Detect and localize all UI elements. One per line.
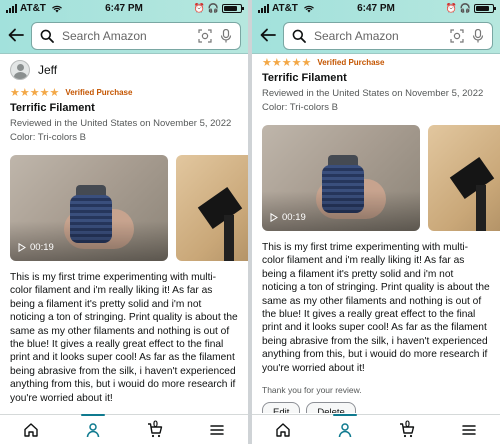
review-image-thumbnail[interactable]: [176, 155, 248, 261]
review-body: This is my first trime experimenting wit…: [262, 242, 490, 374]
rating-row: ★★★★★ Verified Purchase: [10, 85, 238, 99]
search-placeholder: Search Amazon: [314, 29, 399, 43]
review-title: Terrific Filament: [262, 72, 347, 84]
bottom-nav: 0: [252, 413, 500, 444]
screen-left: AT&T 6:47 PM ⏰ 🎧 Search Amazon Jeff ★★★★…: [0, 0, 248, 444]
review-date: Reviewed in the United States on Novembe…: [10, 118, 232, 129]
play-icon: [18, 243, 26, 252]
menu-icon: [210, 424, 224, 435]
search-icon: [292, 29, 306, 43]
microphone-icon[interactable]: [472, 29, 484, 43]
headphones-icon: 🎧: [459, 3, 471, 13]
rating-row: ★★★★★ Verified Purchase: [262, 55, 490, 69]
review-date: Reviewed in the United States on Novembe…: [262, 88, 484, 99]
camera-scan-icon[interactable]: [450, 29, 464, 43]
review-color: Color: Tri-colors B: [262, 102, 339, 113]
review-actions: Edit Delete: [262, 402, 490, 413]
review-video-thumbnail[interactable]: 00:19: [10, 155, 168, 261]
nav-menu[interactable]: [197, 417, 237, 443]
camera-scan-icon[interactable]: [198, 29, 212, 43]
avatar: [10, 60, 30, 80]
video-duration: 00:19: [270, 212, 306, 223]
headphones-icon: 🎧: [207, 3, 219, 13]
home-icon: [276, 422, 290, 437]
star-rating-icon: ★★★★★: [262, 56, 312, 69]
battery-icon: [222, 4, 244, 13]
alarm-icon: ⏰: [193, 3, 205, 13]
nav-cart[interactable]: 0: [135, 417, 175, 443]
play-icon: [270, 213, 278, 222]
delete-button[interactable]: Delete: [306, 402, 356, 413]
search-icon: [40, 29, 54, 43]
nav-home[interactable]: [11, 417, 51, 443]
review-video-thumbnail[interactable]: 00:19: [262, 125, 420, 231]
nav-cart[interactable]: 0: [387, 417, 427, 443]
review-image-thumbnail[interactable]: [428, 125, 500, 231]
menu-icon: [462, 424, 476, 435]
search-input[interactable]: Search Amazon: [31, 22, 241, 50]
verified-purchase-badge: Verified Purchase: [65, 87, 133, 97]
edit-button[interactable]: Edit: [262, 402, 301, 413]
account-icon: [338, 422, 352, 437]
status-bar: AT&T 6:47 PM ⏰ 🎧: [252, 0, 500, 18]
nav-home[interactable]: [263, 417, 303, 443]
cart-count: 0: [405, 418, 411, 429]
reviewer-name: Jeff: [38, 63, 58, 77]
search-header: Search Amazon: [252, 18, 500, 54]
microphone-icon[interactable]: [220, 29, 232, 43]
alarm-icon: ⏰: [445, 3, 457, 13]
cart-count: 0: [153, 418, 159, 429]
review-body: This is my first trime experimenting wit…: [10, 272, 238, 404]
bottom-nav: 0: [0, 413, 248, 444]
star-rating-icon: ★★★★★: [10, 86, 60, 99]
search-input[interactable]: Search Amazon: [283, 22, 493, 50]
review-media-row: 00:19: [10, 155, 248, 261]
search-header: Search Amazon: [0, 18, 248, 54]
account-icon: [86, 422, 100, 437]
verified-purchase-badge: Verified Purchase: [317, 57, 385, 67]
video-duration: 00:19: [18, 242, 54, 253]
back-arrow-icon[interactable]: [7, 26, 25, 44]
reviewer: Jeff: [10, 59, 238, 81]
review-content: Jeff ★★★★★ Verified Purchase Terrific Fi…: [0, 55, 248, 413]
nav-menu[interactable]: [449, 417, 489, 443]
search-placeholder: Search Amazon: [62, 29, 147, 43]
nav-account[interactable]: [73, 413, 113, 443]
review-media-row: 00:19: [262, 125, 500, 231]
back-arrow-icon[interactable]: [259, 26, 277, 44]
screen-right: AT&T 6:47 PM ⏰ 🎧 Search Amazon ★★★★★ Ver…: [252, 0, 500, 444]
review-title: Terrific Filament: [10, 102, 95, 114]
review-content: ★★★★★ Verified Purchase Terrific Filamen…: [252, 55, 500, 413]
nav-account[interactable]: [325, 413, 365, 443]
home-icon: [24, 422, 38, 437]
status-bar: AT&T 6:47 PM ⏰ 🎧: [0, 0, 248, 18]
review-color: Color: Tri-colors B: [10, 132, 87, 143]
thanks-message: Thank you for your review.: [262, 385, 362, 396]
battery-icon: [474, 4, 496, 13]
